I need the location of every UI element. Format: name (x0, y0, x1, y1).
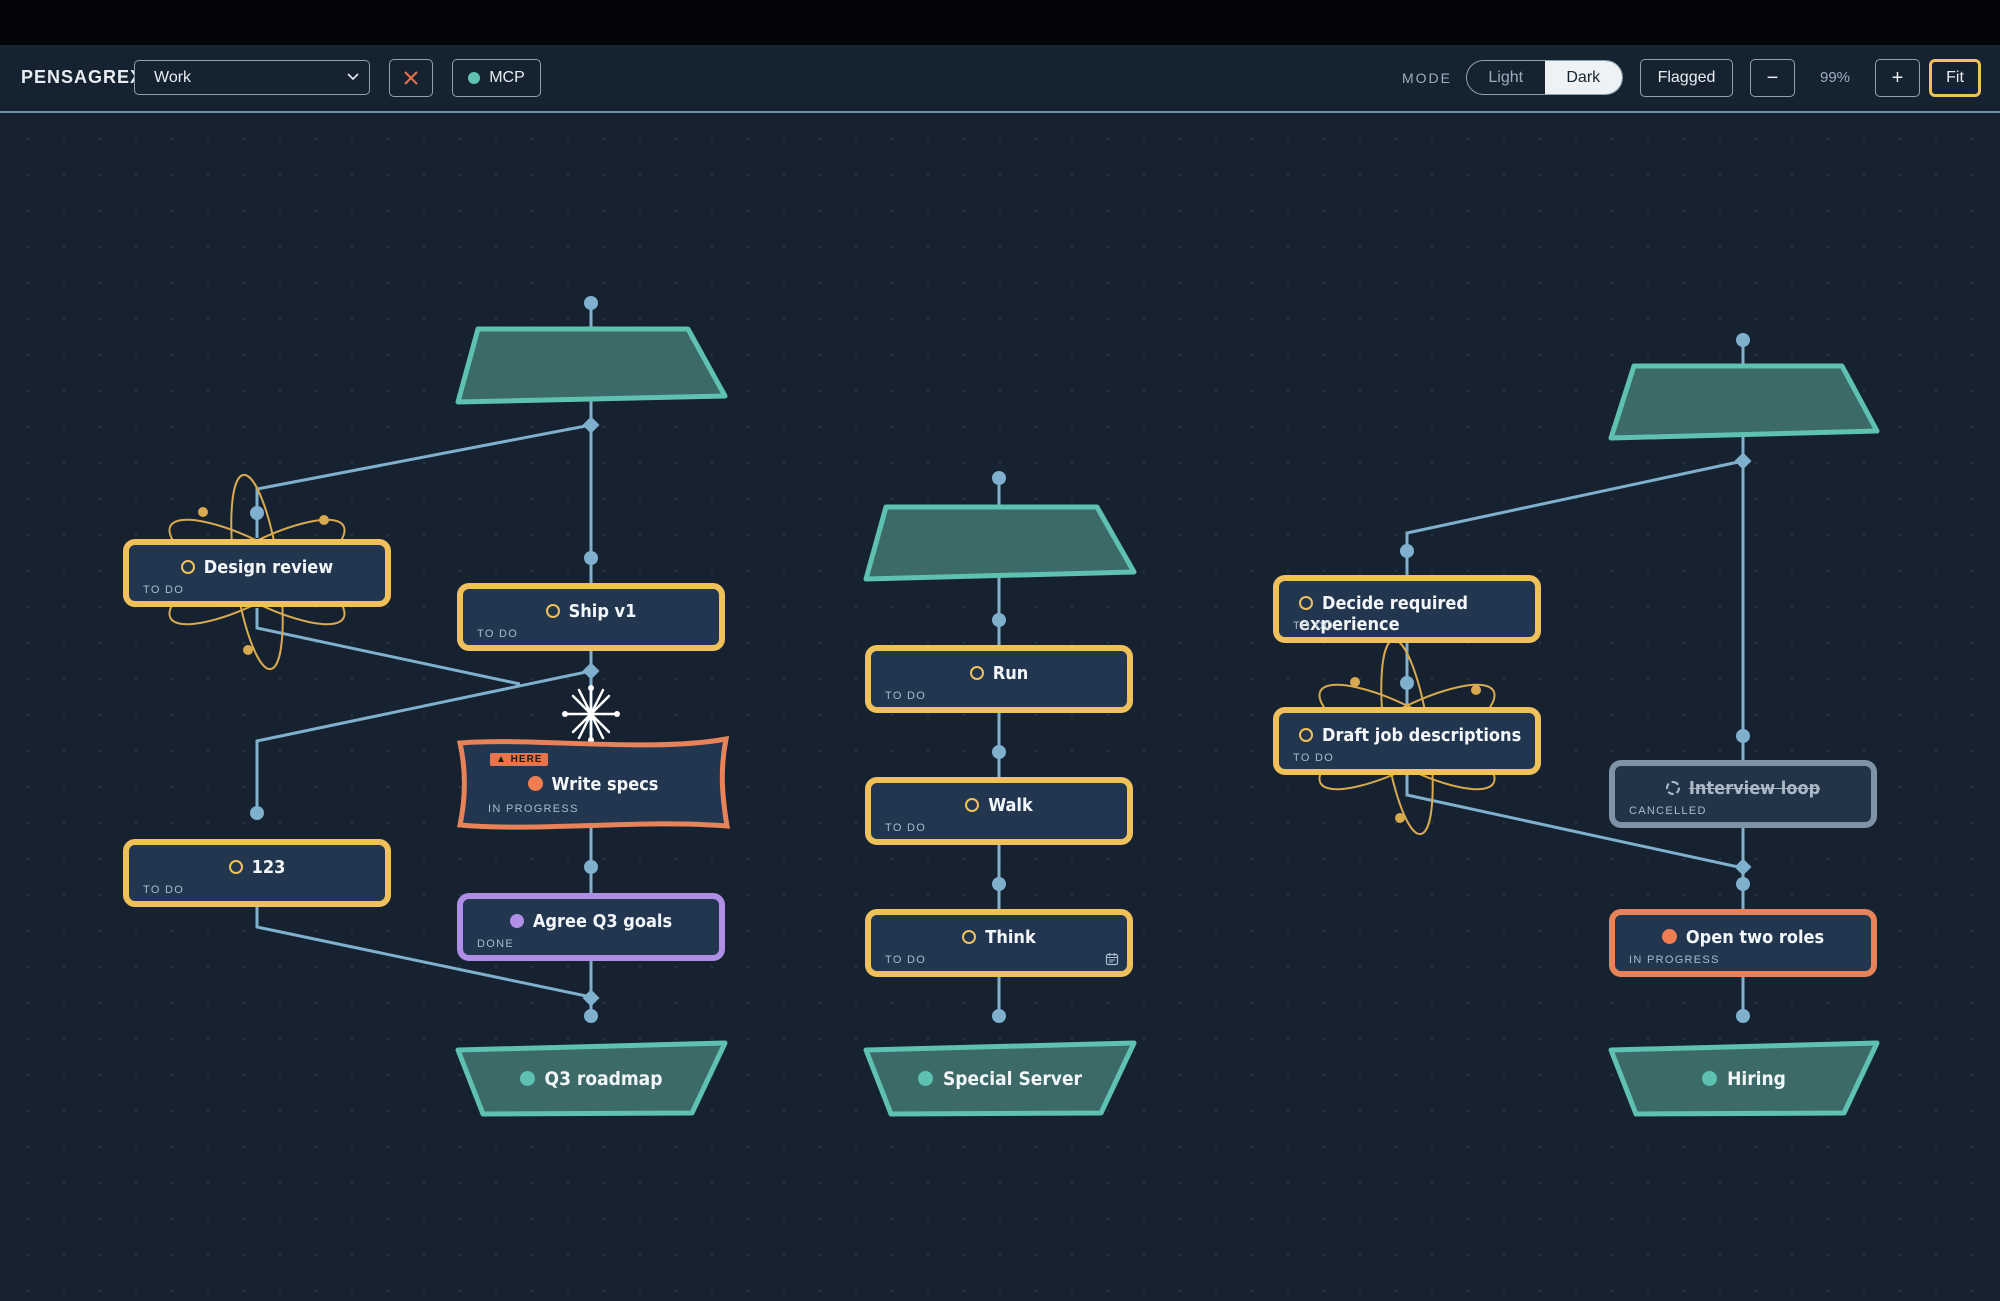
todo-status-icon (228, 860, 243, 874)
done-status-icon (509, 914, 524, 928)
task-status: IN PROGRESS (488, 803, 579, 815)
task-think[interactable]: Think TO DO (865, 909, 1133, 977)
task-open-two-roles[interactable]: Open two roles IN PROGRESS (1609, 909, 1877, 977)
task-status: IN PROGRESS (1629, 954, 1720, 966)
task-status: TO DO (885, 690, 927, 702)
task-status: TO DO (143, 884, 185, 896)
task-status: TO DO (1293, 620, 1335, 632)
todo-status-icon (969, 666, 984, 680)
goal-dot-icon (519, 1071, 535, 1086)
cancelled-status-icon (1665, 781, 1680, 795)
task-123[interactable]: 123 TO DO (123, 839, 391, 907)
task-design-review[interactable]: Design review TO DO (123, 539, 391, 607)
calendar-icon[interactable] (1105, 952, 1119, 966)
goal-top-shape (1608, 363, 1880, 441)
todo-status-icon (1299, 596, 1313, 610)
task-status: TO DO (477, 628, 519, 640)
in-progress-status-icon (1661, 929, 1677, 944)
todo-status-icon (545, 604, 560, 618)
task-status: TO DO (885, 822, 927, 834)
todo-status-icon (180, 560, 195, 574)
goal-special-server[interactable]: Special Server (870, 1068, 1130, 1090)
goal-top-shape (455, 326, 728, 405)
todo-status-icon (1299, 728, 1313, 742)
sparkle-icon (563, 686, 619, 742)
goal-top-shape (863, 504, 1137, 582)
task-write-specs[interactable]: ▲ HERE Write specs IN PROGRESS (460, 744, 726, 826)
task-status: DONE (477, 938, 514, 950)
todo-status-icon (965, 798, 980, 812)
task-status: CANCELLED (1629, 805, 1707, 817)
goal-hiring[interactable]: Hiring (1614, 1068, 1874, 1090)
goal-dot-icon (1702, 1071, 1718, 1086)
task-agree-q3-goals[interactable]: Agree Q3 goals DONE (457, 893, 725, 961)
task-draft-job-descriptions[interactable]: Draft job descriptions TO DO (1273, 707, 1541, 775)
task-walk[interactable]: Walk TO DO (865, 777, 1133, 845)
task-status: TO DO (143, 584, 185, 596)
task-status: TO DO (885, 954, 927, 966)
goal-q3-roadmap[interactable]: Q3 roadmap (461, 1068, 721, 1090)
task-interview-loop[interactable]: Interview loop CANCELLED (1609, 760, 1877, 828)
task-ship-v1[interactable]: Ship v1 TO DO (457, 583, 725, 651)
task-decide-required-experience[interactable]: Decide required experience TO DO (1273, 575, 1541, 643)
task-run[interactable]: Run TO DO (865, 645, 1133, 713)
in-progress-status-icon (527, 776, 543, 791)
goal-dot-icon (918, 1071, 933, 1086)
task-status: TO DO (1293, 752, 1335, 764)
todo-status-icon (962, 930, 977, 944)
here-badge: ▲ HERE (490, 753, 549, 766)
